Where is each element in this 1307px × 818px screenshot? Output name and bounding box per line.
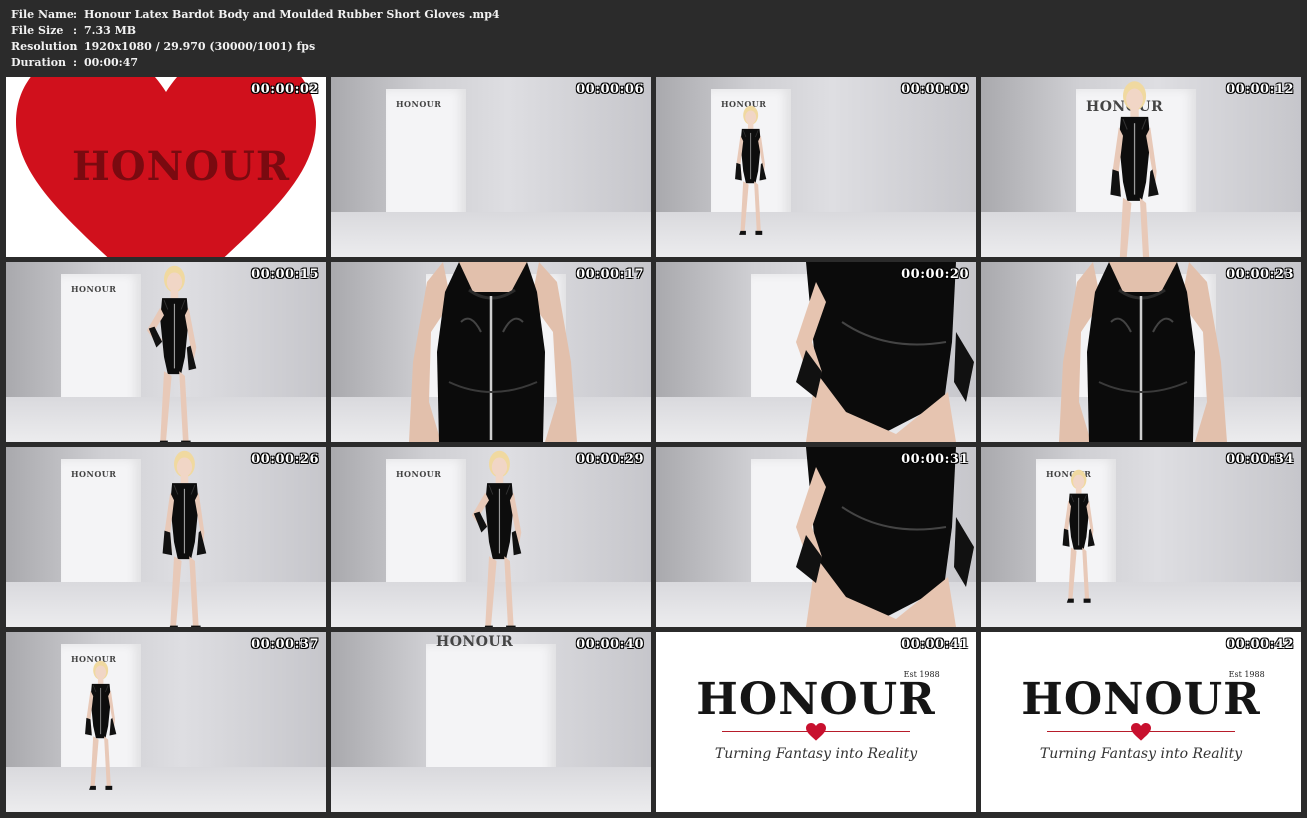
model-back <box>656 447 976 627</box>
studio-sign: HONOUR <box>71 469 117 479</box>
model-figure <box>1043 467 1113 611</box>
video-thumbnail[interactable]: 00:00:20 <box>656 262 976 442</box>
model-torso <box>981 262 1301 442</box>
studio-doorway <box>61 459 141 599</box>
timestamp-label: 00:00:06 <box>576 82 644 97</box>
studio-sign: HONOUR <box>436 634 514 650</box>
studio-doorway <box>386 89 466 229</box>
file-size-label: File Size <box>11 24 64 37</box>
logo-est: Est 1988 <box>903 670 940 679</box>
video-thumbnail[interactable]: 00:00:31 <box>656 447 976 627</box>
file-size-value: 7.33 MB <box>84 24 137 37</box>
timestamp-label: 00:00:40 <box>576 637 644 652</box>
separator: : <box>73 24 78 37</box>
timestamp-label: 00:00:42 <box>1226 637 1294 652</box>
separator: : <box>73 56 78 69</box>
duration-row: Duration : 00:00:47 <box>11 55 500 71</box>
video-thumbnail[interactable]: HONOUR Est 1988 Turning Fantasy into Reali… <box>981 632 1301 812</box>
studio-floor <box>331 212 651 257</box>
video-thumbnail[interactable]: HONOUR Est 1988 Turning Fantasy into Reali… <box>656 632 976 812</box>
timestamp-label: 00:00:26 <box>251 452 319 467</box>
logo-word: HONOUR <box>1021 674 1261 725</box>
studio-floor <box>331 767 651 812</box>
studio-sign: HONOUR <box>396 99 442 109</box>
timestamp-label: 00:00:02 <box>251 82 319 97</box>
video-thumbnail[interactable]: HONOUR 00:00:40 <box>331 632 651 812</box>
contact-sheet: File Name : Honour Latex Bardot Body and… <box>0 0 1307 818</box>
studio-floor <box>656 212 976 257</box>
honour-logo: HONOUR Est 1988 Turning Fantasy into Reali… <box>656 670 976 762</box>
video-thumbnail[interactable]: HONOUR 00:00:09 <box>656 77 976 257</box>
duration-value: 00:00:47 <box>84 56 139 69</box>
video-thumbnail[interactable]: HONOUR 00:00:29 <box>331 447 651 627</box>
video-thumbnail[interactable]: HONOUR 00:00:15 <box>6 262 326 442</box>
logo-est: Est 1988 <box>1228 670 1265 679</box>
honour-logo: HONOUR Est 1988 Turning Fantasy into Reali… <box>981 670 1301 762</box>
resolution-label: Resolution <box>11 40 78 53</box>
heart-icon <box>806 723 826 741</box>
model-figure <box>126 262 221 442</box>
resolution-value: 1920x1080 / 29.970 (30000/1001) fps <box>84 40 316 53</box>
video-thumbnail[interactable]: 00:00:17 <box>331 262 651 442</box>
studio-sign: HONOUR <box>71 284 117 294</box>
timestamp-label: 00:00:09 <box>901 82 969 97</box>
timestamp-label: 00:00:17 <box>576 267 644 282</box>
timestamp-label: 00:00:31 <box>901 452 969 467</box>
duration-label: Duration <box>11 56 67 69</box>
model-figure <box>1081 77 1186 257</box>
video-thumbnail[interactable]: HONOUR 00:00:37 <box>6 632 326 812</box>
video-thumbnail[interactable]: HONOUR 00:00:26 <box>6 447 326 627</box>
model-back <box>656 262 976 442</box>
timestamp-label: 00:00:34 <box>1226 452 1294 467</box>
file-info: File Name : Honour Latex Bardot Body and… <box>11 7 500 71</box>
video-thumbnail[interactable]: 00:00:23 <box>981 262 1301 442</box>
model-figure <box>136 447 231 627</box>
studio-floor <box>981 582 1301 627</box>
separator: : <box>73 40 78 53</box>
timestamp-label: 00:00:23 <box>1226 267 1294 282</box>
timestamp-label: 00:00:37 <box>251 637 319 652</box>
file-name-label: File Name <box>11 8 74 21</box>
timestamp-label: 00:00:29 <box>576 452 644 467</box>
studio-sign: HONOUR <box>396 469 442 479</box>
video-thumbnail[interactable]: HONOUR 00:00:34 <box>981 447 1301 627</box>
logo-rule <box>722 723 910 741</box>
file-name-value: Honour Latex Bardot Body and Moulded Rub… <box>84 8 500 21</box>
timestamp-label: 00:00:15 <box>251 267 319 282</box>
model-torso <box>331 262 651 442</box>
timestamp-label: 00:00:12 <box>1226 82 1294 97</box>
file-size-row: File Size : 7.33 MB <box>11 23 500 39</box>
file-name-row: File Name : Honour Latex Bardot Body and… <box>11 7 500 23</box>
studio-doorway <box>426 644 556 784</box>
logo-tagline: Turning Fantasy into Reality <box>714 746 918 762</box>
video-thumbnail[interactable]: HONOUR 00:00:06 <box>331 77 651 257</box>
timestamp-label: 00:00:41 <box>901 637 969 652</box>
model-figure <box>451 447 546 627</box>
studio-floor <box>6 767 326 812</box>
logo-tagline: Turning Fantasy into Reality <box>1039 746 1243 762</box>
logo-rule <box>1047 723 1235 741</box>
model-figure <box>716 103 784 243</box>
separator: : <box>73 8 78 21</box>
video-thumbnail[interactable]: HONOUR 00:00:12 <box>981 77 1301 257</box>
timestamp-label: 00:00:20 <box>901 267 969 282</box>
thumbnail-grid: HONOUR 00:00:02 HONOUR 00:00:06 HONOUR 00:00:… <box>6 77 1301 812</box>
video-thumbnail[interactable]: HONOUR 00:00:02 <box>6 77 326 257</box>
heart-icon <box>1131 723 1151 741</box>
resolution-row: Resolution : 1920x1080 / 29.970 (30000/1… <box>11 39 500 55</box>
logo-word: HONOUR <box>696 674 936 725</box>
heart-brand-text: HONOUR <box>72 143 291 190</box>
model-figure <box>66 658 134 798</box>
